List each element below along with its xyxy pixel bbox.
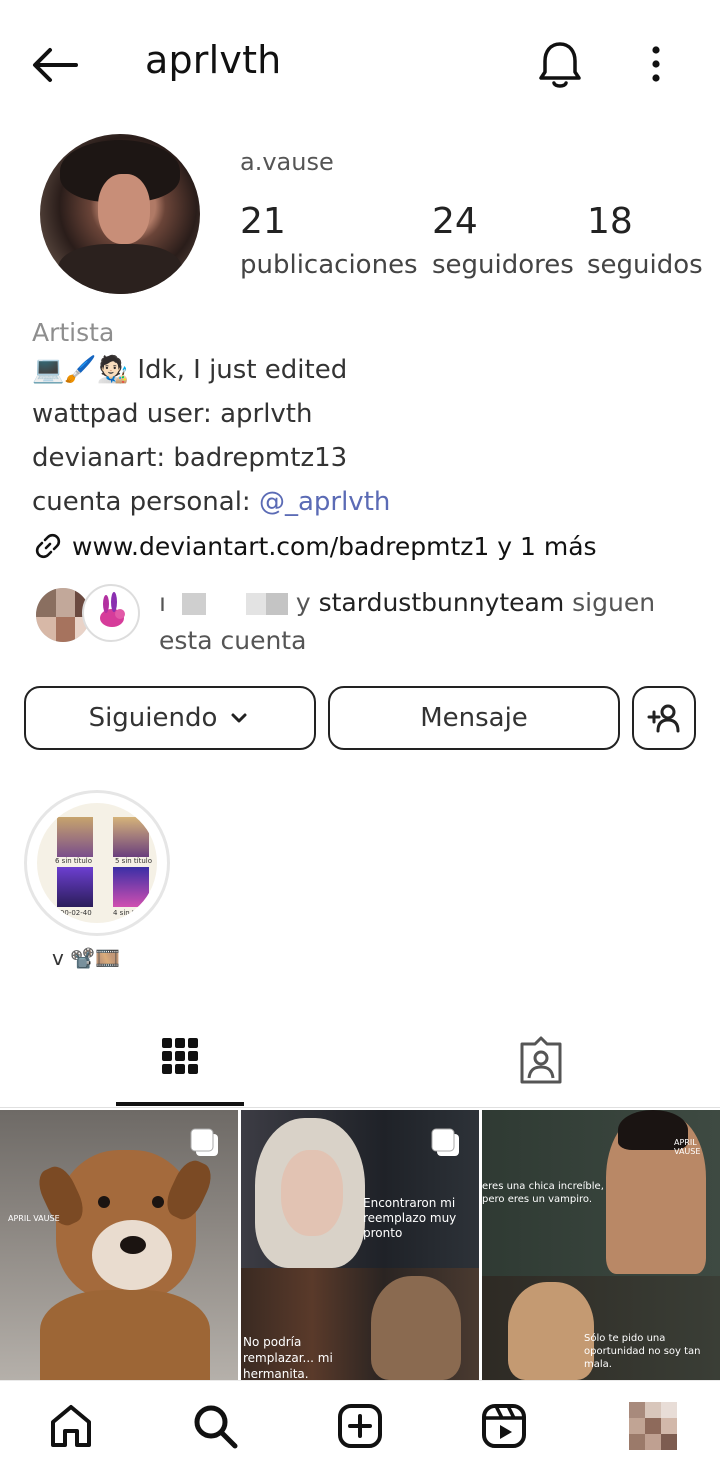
more-vertical-icon bbox=[652, 46, 660, 82]
bio-website-text: www.deviantart.com/badrepmtz1 y 1 más bbox=[72, 531, 597, 561]
suggest-people-button[interactable] bbox=[632, 686, 696, 750]
post-3-face-shape bbox=[508, 1282, 594, 1380]
post-3-caption-bottom: Sólo te pido una oportunidad no soy tan … bbox=[584, 1333, 701, 1370]
dog-body-shape bbox=[40, 1290, 210, 1380]
post-watermark: APRIL VAUSE bbox=[674, 1138, 701, 1156]
stat-following-label: seguidos bbox=[587, 250, 703, 280]
highlight-cover-tile bbox=[57, 817, 93, 857]
profile-icon bbox=[629, 1402, 677, 1450]
home-icon bbox=[51, 1405, 91, 1447]
link-icon bbox=[35, 533, 61, 559]
highlight-tile-label: 2000-02-40 bbox=[51, 909, 92, 917]
bio-line-3: devianart: badrepmtz13 bbox=[32, 443, 348, 473]
posts-grid: APRIL VAUSE Encontraron mi reemplazo muy… bbox=[0, 1110, 720, 1380]
bio-line-2: wattpad user: aprlvth bbox=[32, 399, 313, 429]
bio-mention-link[interactable]: @_aprlvth bbox=[259, 487, 390, 517]
highlight-cover-tile bbox=[57, 867, 93, 907]
stat-followers[interactable]: 24 seguidores bbox=[432, 200, 574, 280]
post-3-caption-top: eres una chica increíble, pero eres un v… bbox=[482, 1181, 604, 1205]
nav-create[interactable] bbox=[333, 1399, 387, 1453]
bell-icon bbox=[539, 42, 581, 88]
dog-muzzle-shape bbox=[92, 1220, 172, 1290]
nav-reels[interactable] bbox=[477, 1399, 531, 1453]
message-button[interactable]: Mensaje bbox=[328, 686, 620, 750]
bio-line-4-prefix: cuenta personal: bbox=[32, 487, 259, 517]
post-2-caption-bottom: No podría remplazar... mi hermanita. bbox=[243, 1335, 333, 1380]
followed-by-row[interactable]: ı y stardustbunnyteam siguen esta cuenta bbox=[34, 584, 714, 655]
post-2-face-shape bbox=[281, 1150, 343, 1236]
highlight-tile-label: 5 sin título bbox=[115, 857, 153, 865]
bottom-navigation bbox=[0, 1380, 720, 1470]
tab-posts-grid[interactable] bbox=[116, 1020, 244, 1108]
multiple-posts-icon bbox=[190, 1128, 218, 1156]
following-label: Siguiendo bbox=[88, 703, 218, 733]
nav-home[interactable] bbox=[44, 1399, 98, 1453]
stat-following-count: 18 bbox=[587, 201, 633, 242]
create-icon bbox=[338, 1404, 382, 1448]
bio-website-link[interactable]: www.deviantart.com/badrepmtz1 y 1 más bbox=[32, 530, 597, 562]
redacted-name-block bbox=[245, 593, 266, 615]
avatar-face-shape bbox=[98, 174, 150, 244]
highlight-cover-tile bbox=[113, 817, 149, 857]
more-options-button[interactable] bbox=[640, 40, 672, 90]
dog-eye-shape bbox=[152, 1196, 164, 1208]
nav-search[interactable] bbox=[188, 1399, 242, 1453]
post-tile-1[interactable]: APRIL VAUSE bbox=[0, 1110, 238, 1380]
tab-tagged[interactable] bbox=[490, 1020, 590, 1108]
redacted-name-block bbox=[181, 593, 206, 615]
profile-avatar[interactable] bbox=[40, 134, 200, 294]
highlight-caption: v 📽️🎞️ bbox=[52, 946, 120, 970]
multiple-posts-icon bbox=[431, 1128, 459, 1156]
followed-by-text: ı y stardustbunnyteam siguen esta cuenta bbox=[159, 584, 699, 660]
grid-icon bbox=[162, 1038, 198, 1074]
highlight-cover: 6 sin título 5 sin título 2000-02-40 4 s… bbox=[37, 803, 157, 923]
active-tab-indicator bbox=[116, 1102, 244, 1106]
chevron-down-icon bbox=[231, 713, 247, 723]
nav-profile[interactable] bbox=[626, 1399, 680, 1453]
post-tile-3[interactable]: eres una chica increíble, pero eres un v… bbox=[482, 1110, 720, 1380]
profile-tabs bbox=[0, 1020, 720, 1108]
post-watermark: APRIL VAUSE bbox=[8, 1214, 60, 1223]
stat-following[interactable]: 18 seguidos bbox=[587, 200, 703, 280]
profile-username-title: aprlvth bbox=[145, 38, 282, 82]
follower-avatar-2 bbox=[82, 584, 140, 642]
stat-posts-count: 21 bbox=[240, 201, 286, 242]
bio-line-1: 💻🖌️🧑🏻‍🎨 Idk, I just edited bbox=[32, 348, 702, 392]
back-button[interactable] bbox=[28, 40, 84, 90]
arrow-left-icon bbox=[33, 48, 78, 82]
following-button[interactable]: Siguiendo bbox=[24, 686, 316, 750]
story-highlight[interactable]: 6 sin título 5 sin título 2000-02-40 4 s… bbox=[24, 790, 170, 936]
post-tile-2[interactable]: Encontraron mi reemplazo muy pronto No p… bbox=[241, 1110, 479, 1380]
followed-by-joiner: y bbox=[287, 588, 319, 617]
bio-category: Artista bbox=[32, 318, 115, 347]
dog-eye-shape bbox=[98, 1196, 110, 1208]
reels-icon bbox=[482, 1404, 526, 1448]
highlight-tile-label: 4 sin título bbox=[113, 909, 151, 917]
tagged-person-icon bbox=[520, 1036, 562, 1084]
bio-emoji: 💻🖌️🧑🏻‍🎨 bbox=[32, 355, 130, 385]
top-bar: aprlvth bbox=[0, 0, 720, 130]
bio-text-1: Idk, I just edited bbox=[129, 355, 348, 385]
highlight-tile-label: 6 sin título bbox=[55, 857, 93, 865]
notifications-button[interactable] bbox=[534, 36, 586, 92]
redacted-name-block bbox=[265, 593, 288, 615]
search-icon bbox=[194, 1405, 238, 1449]
dog-nose-shape bbox=[120, 1236, 146, 1254]
post-2-caption-top: Encontraron mi reemplazo muy pronto bbox=[363, 1196, 457, 1240]
stat-followers-label: seguidores bbox=[432, 250, 574, 280]
stat-followers-count: 24 bbox=[432, 201, 478, 242]
stat-posts[interactable]: 21 publicaciones bbox=[240, 200, 418, 280]
profile-bio: Artista 💻🖌️🧑🏻‍🎨 Idk, I just edited wattp… bbox=[32, 318, 702, 524]
followed-by-prefix: ı bbox=[159, 588, 166, 617]
bio-line-4: cuenta personal: @_aprlvth bbox=[32, 480, 702, 524]
profile-display-name: a.vause bbox=[240, 148, 334, 176]
message-label: Mensaje bbox=[420, 703, 528, 733]
post-2-face-shape bbox=[371, 1276, 461, 1380]
followed-by-account[interactable]: stardustbunnyteam bbox=[319, 588, 565, 617]
add-person-icon bbox=[647, 704, 680, 733]
bunny-logo-icon bbox=[100, 592, 125, 627]
stat-posts-label: publicaciones bbox=[240, 250, 418, 280]
avatar-shirt-shape bbox=[58, 244, 182, 294]
highlight-cover-tile bbox=[113, 867, 149, 907]
